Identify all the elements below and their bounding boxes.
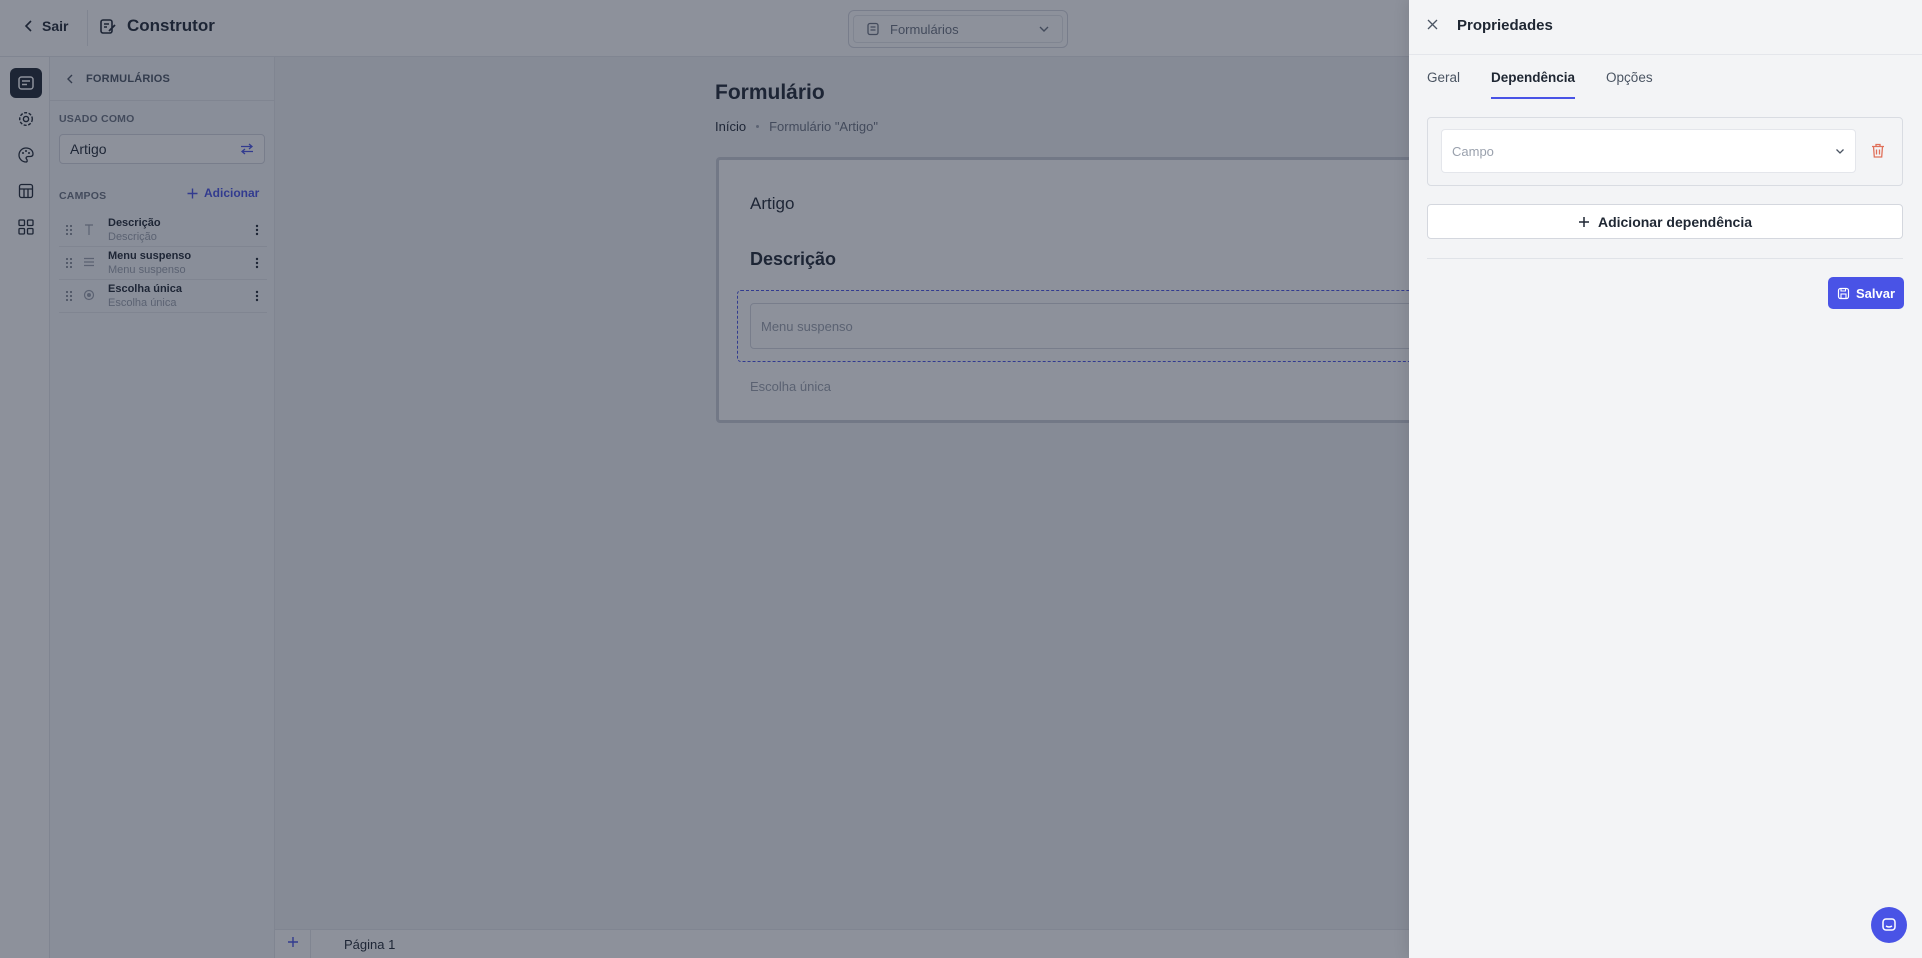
dependency-field-placeholder: Campo <box>1452 143 1494 159</box>
dependency-row: Campo <box>1427 117 1903 186</box>
plus-icon <box>1578 216 1589 227</box>
tab-dependency[interactable]: Dependência <box>1491 57 1576 99</box>
drawer-header: Propriedades <box>1409 0 1922 55</box>
properties-drawer: Propriedades Geral Dependência Opções Ca… <box>1409 0 1922 958</box>
save-button[interactable]: Salvar <box>1828 277 1904 309</box>
tab-general[interactable]: Geral <box>1427 57 1460 99</box>
drawer-title: Propriedades <box>1457 17 1553 34</box>
tab-options[interactable]: Opções <box>1606 57 1653 99</box>
trash-icon[interactable] <box>1871 143 1885 158</box>
chevron-down-icon <box>1836 148 1844 154</box>
save-label: Salvar <box>1855 285 1896 301</box>
chat-icon <box>1882 918 1896 931</box>
dependency-field-select[interactable]: Campo <box>1441 129 1856 173</box>
support-chat-button[interactable] <box>1871 907 1907 943</box>
add-dependency-label: Adicionar dependência <box>1597 213 1753 230</box>
close-icon[interactable] <box>1427 19 1438 30</box>
save-icon <box>1837 287 1850 299</box>
drawer-divider <box>1427 258 1903 259</box>
add-dependency-button[interactable]: Adicionar dependência <box>1427 204 1903 239</box>
drawer-tabs: Geral Dependência Opções <box>1427 57 1653 99</box>
